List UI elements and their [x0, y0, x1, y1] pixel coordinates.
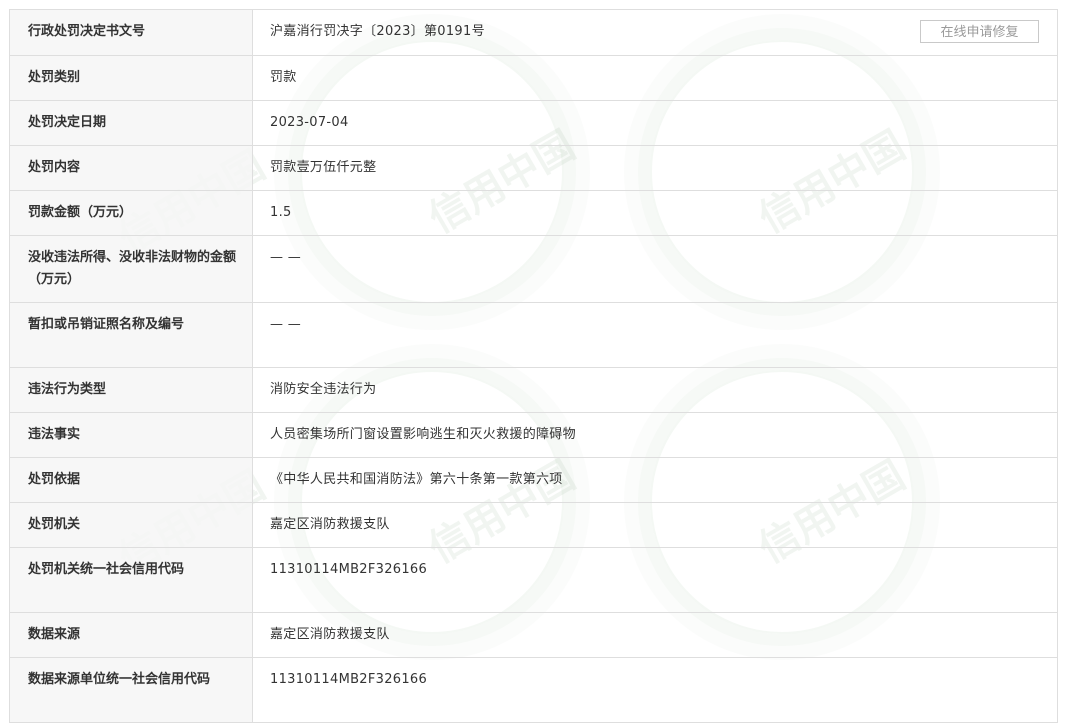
- field-label: 数据来源: [9, 612, 253, 658]
- field-label: 罚款金额（万元）: [9, 190, 253, 236]
- table-row: 处罚内容 罚款壹万伍仟元整: [9, 145, 1058, 191]
- field-label: 数据来源单位统一社会信用代码: [9, 657, 253, 723]
- field-value: 沪嘉消行罚决字〔2023〕第0191号: [270, 24, 485, 39]
- table-row: 没收违法所得、没收非法财物的金额（万元） — —: [9, 235, 1058, 303]
- field-value: 消防安全违法行为: [252, 367, 1058, 413]
- field-label: 处罚依据: [9, 457, 253, 503]
- field-label: 违法事实: [9, 412, 253, 458]
- field-value-cell: 沪嘉消行罚决字〔2023〕第0191号 在线申请修复: [252, 9, 1058, 56]
- field-value: 1.5: [252, 190, 1058, 236]
- field-value: 嘉定区消防救援支队: [252, 502, 1058, 548]
- table-row: 数据来源单位统一社会信用代码 11310114MB2F326166: [9, 657, 1058, 723]
- field-value: — —: [252, 302, 1058, 368]
- table-row: 罚款金额（万元） 1.5: [9, 190, 1058, 236]
- field-label: 处罚机关统一社会信用代码: [9, 547, 253, 613]
- field-label: 处罚内容: [9, 145, 253, 191]
- field-label: 处罚机关: [9, 502, 253, 548]
- field-label: 行政处罚决定书文号: [9, 9, 253, 56]
- field-label: 没收违法所得、没收非法财物的金额（万元）: [9, 235, 253, 303]
- penalty-detail-table: 行政处罚决定书文号 沪嘉消行罚决字〔2023〕第0191号 在线申请修复 处罚类…: [9, 9, 1058, 723]
- field-label: 暂扣或吊销证照名称及编号: [9, 302, 253, 368]
- field-value: 罚款壹万伍仟元整: [252, 145, 1058, 191]
- table-row: 处罚机关 嘉定区消防救援支队: [9, 502, 1058, 548]
- field-label: 处罚决定日期: [9, 100, 253, 146]
- table-row: 处罚决定日期 2023-07-04: [9, 100, 1058, 146]
- table-row: 违法行为类型 消防安全违法行为: [9, 367, 1058, 413]
- field-label: 违法行为类型: [9, 367, 253, 413]
- table-row: 处罚类别 罚款: [9, 55, 1058, 101]
- penalty-detail-panel: 行政处罚决定书文号 沪嘉消行罚决字〔2023〕第0191号 在线申请修复 处罚类…: [9, 9, 1058, 723]
- table-row: 数据来源 嘉定区消防救援支队: [9, 612, 1058, 658]
- field-value: — —: [252, 235, 1058, 303]
- field-value: 嘉定区消防救援支队: [252, 612, 1058, 658]
- field-value: 11310114MB2F326166: [252, 547, 1058, 613]
- field-value: 11310114MB2F326166: [252, 657, 1058, 723]
- table-row: 违法事实 人员密集场所门窗设置影响逃生和灭火救援的障碍物: [9, 412, 1058, 458]
- table-row: 暂扣或吊销证照名称及编号 — —: [9, 302, 1058, 368]
- field-value: 《中华人民共和国消防法》第六十条第一款第六项: [252, 457, 1058, 503]
- table-row: 处罚依据 《中华人民共和国消防法》第六十条第一款第六项: [9, 457, 1058, 503]
- table-row: 处罚机关统一社会信用代码 11310114MB2F326166: [9, 547, 1058, 613]
- field-label: 处罚类别: [9, 55, 253, 101]
- apply-repair-button[interactable]: 在线申请修复: [920, 20, 1039, 43]
- field-value: 2023-07-04: [252, 100, 1058, 146]
- table-row: 行政处罚决定书文号 沪嘉消行罚决字〔2023〕第0191号 在线申请修复: [9, 9, 1058, 56]
- field-value: 罚款: [252, 55, 1058, 101]
- field-value: 人员密集场所门窗设置影响逃生和灭火救援的障碍物: [252, 412, 1058, 458]
